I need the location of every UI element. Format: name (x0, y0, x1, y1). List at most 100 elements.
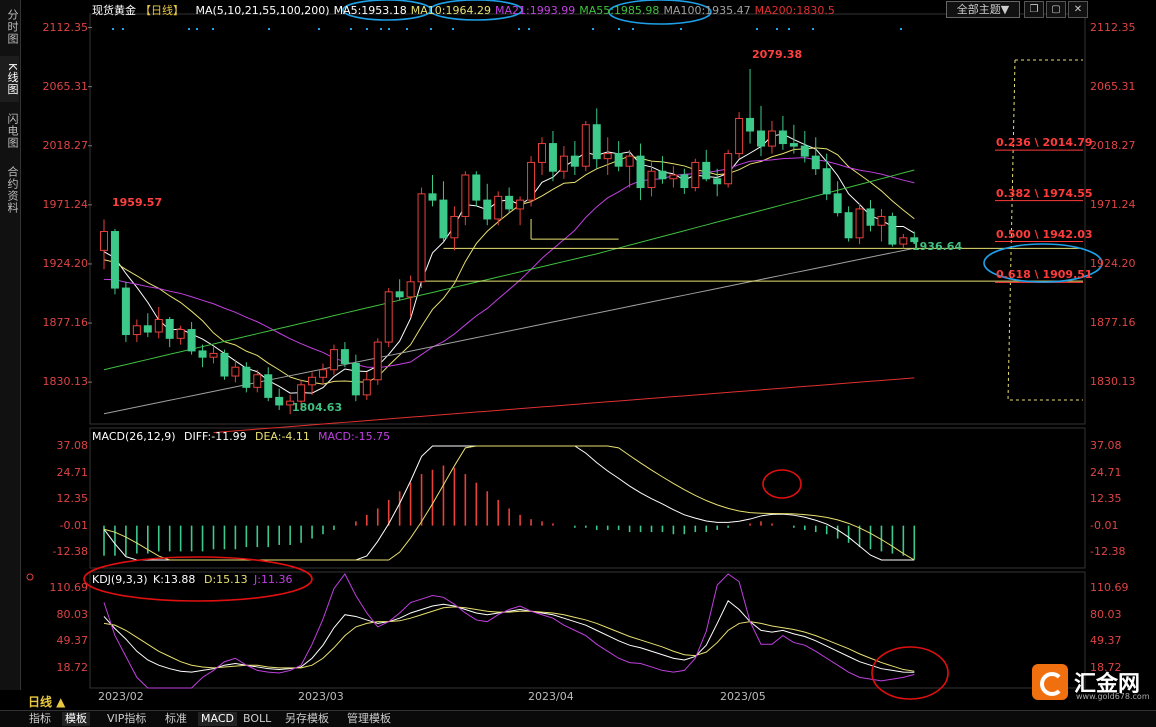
macd-axis-right-label: -12.38 (1090, 545, 1126, 559)
macd-dea-value: DEA:-4.11 (255, 430, 310, 443)
theme-dropdown[interactable]: 全部主题▼ (946, 1, 1020, 18)
candle-body (461, 174, 470, 217)
signal-dot (518, 28, 520, 30)
candle-body (757, 130, 765, 147)
signal-dot (388, 28, 390, 30)
candle-body (822, 168, 831, 195)
candle-body (702, 161, 711, 180)
candle-body (592, 124, 601, 160)
candle-body (570, 155, 579, 167)
kdj-panel-frame (89, 571, 1086, 689)
price-axis-left-label: 2065.31 (42, 79, 89, 93)
candle-body (395, 291, 404, 298)
candle-body (691, 161, 700, 189)
candle-body (538, 143, 546, 163)
candle-body (505, 195, 514, 210)
candle-body (516, 199, 525, 210)
candle-body (614, 153, 623, 167)
macd-axis-left-label: 12.35 (56, 492, 89, 506)
macd-panel-frame (89, 427, 1086, 569)
candle-body (866, 208, 875, 226)
maximize-button[interactable]: ▢ (1046, 1, 1066, 18)
candle-body (428, 193, 437, 201)
highlight-macd-cross (762, 469, 802, 499)
price-axis-left-label: 2018.27 (42, 138, 89, 152)
restore-button[interactable]: ❐ (1024, 1, 1044, 18)
kdj-title: KDJ(9,3,3) (92, 573, 148, 586)
kdj-axis-right-label: 49.37 (1090, 634, 1122, 648)
kdj-axis-left-label: 80.03 (56, 607, 89, 621)
signal-dot (406, 28, 408, 30)
bottom-tab-1[interactable]: 模板 (62, 712, 90, 726)
fib-label: 0.500 \ 1942.03 (996, 227, 1093, 241)
signal-dot (776, 28, 778, 30)
macd-diff-line (103, 445, 915, 561)
price-axis-right-label: 1877.16 (1090, 316, 1136, 330)
signal-dot (900, 28, 902, 30)
date-label: 2023/04 (528, 690, 574, 703)
price-axis-right-label: 2112.35 (1090, 20, 1136, 34)
candle-body (439, 199, 448, 239)
signal-dot (112, 28, 114, 30)
price-axis-left-label: 2112.35 (42, 20, 89, 34)
logo-subtext: www.gold678.com (1076, 692, 1150, 701)
fib-label: 0.382 \ 1974.55 (996, 186, 1093, 200)
candle-body (669, 174, 678, 180)
kdj-axis-left-label: 18.72 (56, 661, 89, 675)
kdj-settings-icon (26, 573, 34, 581)
candle-body (767, 130, 776, 147)
signal-dot (350, 28, 352, 30)
candle-body (154, 318, 163, 333)
candle-body (494, 195, 503, 220)
price-axis-right-label: 2065.31 (1090, 79, 1136, 93)
chart-canvas[interactable] (0, 0, 1156, 710)
candle-body (811, 155, 820, 170)
bottom-tab-4[interactable]: MACD (198, 712, 237, 726)
candle-body (888, 215, 897, 245)
signal-dot (196, 28, 198, 30)
ma-params: MA(5,10,21,55,100,200) (195, 4, 330, 17)
candle-body (308, 376, 317, 386)
price-axis-right-label: 1924.20 (1090, 256, 1136, 270)
logo-icon (1032, 664, 1068, 700)
period-selector[interactable]: 日线 ▲ (28, 693, 65, 710)
signal-dot (756, 28, 758, 30)
signal-dot (122, 28, 124, 30)
signal-dot (812, 28, 814, 30)
candle-body (100, 231, 108, 251)
kdj-d-value: D:15.13 (204, 573, 248, 586)
candle-body (527, 161, 536, 201)
candle-body (559, 155, 568, 172)
bottom-tab-6[interactable]: 另存模板 (282, 712, 332, 726)
macd-axis-left-label: 24.71 (56, 465, 89, 479)
candle-body (198, 350, 207, 358)
signal-dot (380, 28, 382, 30)
signal-dot (528, 28, 530, 30)
ma200-value: MA200:1830.5 (754, 4, 835, 17)
candle-body (724, 153, 733, 185)
bottom-tab-2[interactable]: VIP指标 (104, 712, 149, 726)
price-axis-left-label: 1877.16 (42, 316, 89, 330)
close-button[interactable]: ✕ (1068, 1, 1088, 18)
bottom-tab-7[interactable]: 管理模板 (344, 712, 394, 726)
candle-body (877, 215, 886, 226)
signal-dot (680, 28, 682, 30)
macd-axis-right-label: 37.08 (1090, 439, 1122, 452)
signal-dot (788, 28, 790, 30)
bottom-tab-0[interactable]: 指标 (26, 712, 54, 726)
candle-body (658, 170, 667, 180)
macd-macd-value: MACD:-15.75 (318, 430, 391, 443)
bottom-tab-bar: 指标 模板 VIP指标 标准 MACD BOLL 另存模板 管理模板 (0, 710, 1156, 727)
candle-body (373, 341, 382, 381)
bottom-tab-3[interactable]: 标准 (162, 712, 190, 726)
candle-body (417, 193, 426, 283)
macd-axis-left-label: -12.38 (52, 545, 88, 559)
logo: 汇金网 www.gold678.com (1032, 664, 1152, 704)
candle-body (165, 318, 174, 339)
candle-body (581, 124, 590, 167)
bottom-tab-5[interactable]: BOLL (240, 712, 274, 726)
kdj-k-value: K:13.88 (153, 573, 196, 586)
signal-dot (268, 28, 270, 30)
annotation-high: 2079.38 (752, 48, 803, 61)
candle-body (746, 117, 755, 132)
